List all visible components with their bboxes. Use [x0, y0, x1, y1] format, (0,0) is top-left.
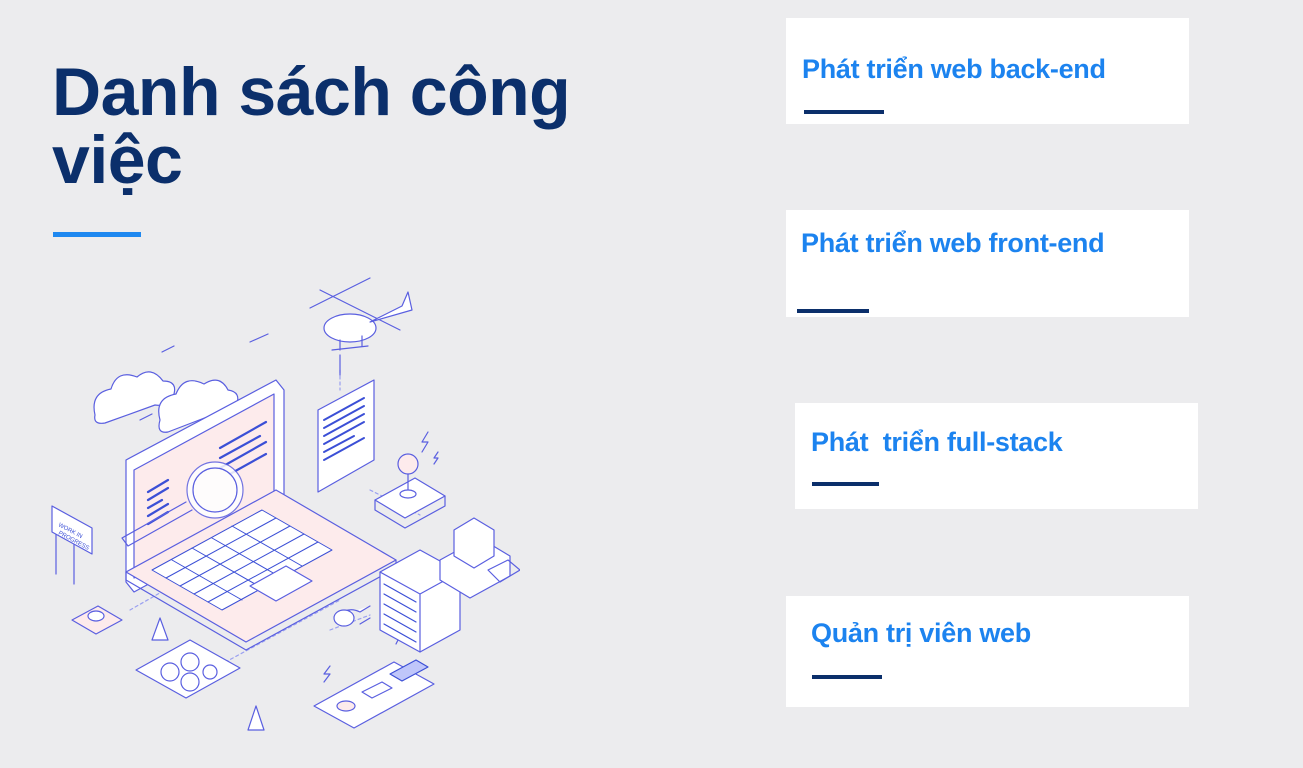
title-underline — [53, 232, 141, 237]
job-card-label: Phát triển full-stack — [811, 427, 1063, 457]
job-card-webadmin[interactable]: Quản trị viên web — [786, 596, 1189, 707]
joystick-icon — [374, 453, 446, 529]
work-in-progress-sign-icon: WORK IN PROGRESS — [51, 505, 93, 585]
job-card-frontend[interactable]: Phát triển web front-end — [786, 210, 1189, 317]
job-card-underline — [804, 110, 884, 114]
bulldozer-icon — [439, 517, 520, 599]
job-card-underline — [797, 309, 869, 313]
job-card-label: Phát triển web front-end — [801, 228, 1105, 258]
job-card-fullstack[interactable]: Phát triển full-stack — [795, 403, 1198, 509]
document-icon — [317, 379, 375, 493]
job-card-label: Phát triển web back-end — [802, 54, 1106, 84]
job-card-underline — [812, 675, 882, 679]
job-card-backend[interactable]: Phát triển web back-end — [786, 18, 1189, 124]
job-card-label: Quản trị viên web — [811, 618, 1031, 648]
helicopter-icon — [309, 277, 413, 376]
job-card-underline — [812, 482, 879, 486]
page-title: Danh sách công việc — [52, 54, 571, 198]
work-in-progress-illustration: WORK IN PROGRESS — [51, 277, 520, 731]
